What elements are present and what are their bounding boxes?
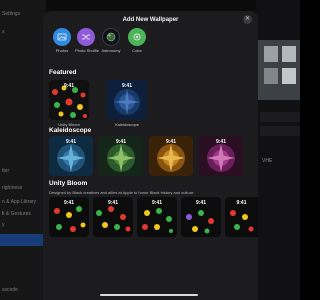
photo-shuffle-button[interactable]: Photo Shuffle xyxy=(75,28,99,53)
unity-bloom-thumb[interactable]: 9:41 xyxy=(93,197,133,237)
thumb-caption: Kaleidoscope xyxy=(114,122,140,127)
unity-bloom-title: Unity Bloom xyxy=(49,180,88,187)
detail-row xyxy=(260,112,300,122)
astronomy-icon xyxy=(102,28,120,46)
unity-bloom-thumb[interactable]: 9:41 xyxy=(137,197,177,237)
sidebar-item[interactable]: s xyxy=(0,26,46,38)
sidebar-item[interactable]: sscode xyxy=(0,284,46,296)
unity-bloom-thumb[interactable]: 9:41 xyxy=(225,197,258,237)
thumb-time: 9:41 xyxy=(215,139,226,145)
shuffle-icon xyxy=(77,28,95,46)
photos-button[interactable]: Photos xyxy=(51,28,73,53)
detail-text: VHE xyxy=(262,158,273,164)
home-indicator[interactable] xyxy=(100,294,198,296)
thumb-time: 9:41 xyxy=(121,83,132,89)
thumb-time: 9:41 xyxy=(107,200,118,206)
thumb-time: 9:41 xyxy=(151,200,162,206)
color-label: Color xyxy=(132,48,142,53)
kaleidoscope-title: Kaleidoscope xyxy=(49,127,92,134)
unity-bloom-description: Designed by Black creatives and allies a… xyxy=(49,190,195,195)
sidebar-item[interactable]: rightness xyxy=(0,182,46,194)
wallpaper-preview-image xyxy=(258,40,300,100)
sheet-title: Add New Wallpaper xyxy=(122,17,179,23)
photos-label: Photos xyxy=(55,48,69,53)
astronomy-label: Astronomy xyxy=(101,48,121,53)
kaleidoscope-thumb[interactable]: 9:41 xyxy=(149,136,193,176)
color-icon xyxy=(128,28,146,46)
unity-bloom-thumb[interactable]: 9:41 xyxy=(49,197,89,237)
thumb-time: 9:41 xyxy=(236,200,247,206)
sidebar-item-wallpaper[interactable] xyxy=(0,234,46,246)
unity-bloom-thumb[interactable]: 9:41 xyxy=(181,197,221,237)
kaleidoscope-thumb[interactable]: 9:41 xyxy=(199,136,243,176)
sidebar-item[interactable]: y xyxy=(0,219,46,231)
close-icon[interactable]: ✕ xyxy=(243,15,252,24)
thumb-time: 9:41 xyxy=(195,200,206,206)
detail-row xyxy=(260,126,300,136)
wallpaper-thumb-unity-bloom[interactable]: 9:41 xyxy=(49,80,89,120)
featured-title: Featured xyxy=(49,69,77,76)
kaleidoscope-thumb[interactable]: 9:41 xyxy=(49,136,93,176)
photos-icon xyxy=(53,28,71,46)
astronomy-button[interactable]: Astronomy xyxy=(100,28,122,53)
add-wallpaper-sheet: Add New Wallpaper ✕ Photos Photo Shuffle… xyxy=(43,11,258,300)
settings-sidebar: Settings s tter rightness n & App Librar… xyxy=(0,0,46,300)
kaleidoscope-thumb[interactable]: 9:41 xyxy=(99,136,143,176)
thumb-time: 9:41 xyxy=(63,200,74,206)
sidebar-item[interactable]: Settings xyxy=(0,8,46,20)
color-button[interactable]: Color xyxy=(126,28,148,53)
thumb-time: 9:41 xyxy=(165,139,176,145)
photo-shuffle-label: Photo Shuffle xyxy=(75,48,99,53)
wallpaper-thumb-kaleidoscope[interactable]: 9:41 xyxy=(107,80,147,120)
thumb-time: 9:41 xyxy=(65,139,76,145)
sidebar-item[interactable]: tter xyxy=(0,165,46,177)
thumb-time: 9:41 xyxy=(115,139,126,145)
thumb-time: 9:41 xyxy=(63,83,74,89)
